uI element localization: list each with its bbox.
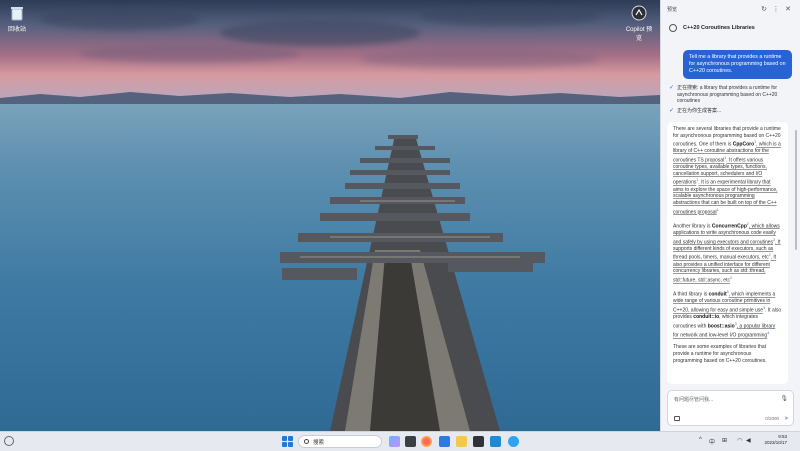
status-searching: 正在搜索: a library that provides a runtime …	[677, 85, 778, 104]
search-status: ✓ 正在搜索: a library that provides a runtime…	[661, 79, 800, 114]
desktop-icon-label: Copilot 预览	[625, 27, 653, 42]
desktop-icon-copilot[interactable]: Copilot 预览	[624, 4, 654, 42]
file-explorer-icon[interactable]	[456, 436, 467, 447]
taskbar: 搜索 ^ 中 ⊞ ◠ ◀ 9:53 2023/10/17	[0, 431, 800, 451]
volume-icon[interactable]: ◀	[746, 437, 751, 444]
more-options-icon[interactable]: ⋮	[770, 5, 782, 13]
taskbar-search[interactable]: 搜索	[298, 435, 382, 448]
terminal-icon[interactable]	[473, 436, 484, 447]
answer-term: conduit	[708, 291, 727, 298]
search-icon	[304, 439, 309, 444]
answer-text: A third library is	[673, 291, 709, 298]
desktop-icon-label: 回收站	[7, 27, 26, 33]
answer-term: conduit::io	[693, 314, 720, 321]
microphone-icon[interactable]: 🎙	[780, 395, 788, 402]
answer-text: Another library is	[673, 223, 712, 230]
answer-paragraph: A third library is conduit3, which imple…	[673, 290, 782, 339]
answer-paragraph: There are several libraries that provide…	[673, 126, 781, 216]
widgets-icon[interactable]	[4, 436, 14, 446]
edge-icon[interactable]	[508, 436, 519, 447]
checkmark-icon: ✓	[669, 107, 675, 114]
taskbar-search-label: 搜索	[313, 439, 325, 446]
chat-input-placeholder: 有问题尽管问我...	[674, 397, 714, 403]
desktop: 回收站 Copilot 预览	[0, 0, 660, 431]
system-clock[interactable]: 9:53 2023/10/17	[757, 434, 787, 446]
character-count: 0/2000	[765, 416, 779, 421]
panel-header: 预览 ↻ ⋮ ✕	[661, 0, 800, 18]
user-message: Tell me a library that provides a runtim…	[683, 50, 792, 79]
wallpaper-pier	[280, 135, 545, 431]
answer-paragraph: Another library is ConcurrenCpp2, which …	[673, 221, 781, 284]
desktop-icon-recycle-bin[interactable]: 回收站	[2, 4, 32, 33]
status-generating: 正在为你生成答案...	[677, 107, 722, 114]
browser-icon[interactable]	[421, 436, 432, 447]
start-button[interactable]	[282, 436, 293, 447]
copilot-taskbar-icon[interactable]	[389, 436, 400, 447]
answer-paragraph: These are some examples of libraries tha…	[673, 344, 767, 364]
task-view-icon[interactable]	[405, 436, 416, 447]
network-icon[interactable]: ◠	[737, 437, 742, 444]
image-upload-icon[interactable]	[674, 416, 680, 421]
clock-date: 2023/10/17	[764, 440, 787, 445]
refresh-icon[interactable]: ↻	[758, 5, 770, 13]
app-icon[interactable]	[439, 436, 450, 447]
conversation-title-bar[interactable]: C++20 Coroutines Libraries	[661, 18, 800, 38]
recycle-bin-icon	[8, 4, 26, 22]
vscode-icon[interactable]	[490, 436, 501, 447]
chat-input-box[interactable]: 有问题尽管问我... 🎙 0/2000 ➤	[667, 390, 794, 426]
history-icon[interactable]	[669, 24, 677, 32]
answer-term: boost::asio	[707, 323, 735, 330]
answer-term: ConcurrenCpp	[711, 223, 747, 230]
copilot-icon	[630, 4, 648, 22]
send-icon[interactable]: ➤	[784, 415, 789, 422]
panel-title: 预览	[667, 6, 678, 13]
translate-icon[interactable]: 中	[709, 437, 715, 446]
answer-scrollbar[interactable]	[795, 130, 797, 250]
answer-term: CppCoro	[732, 141, 755, 148]
assistant-answer: There are several libraries that provide…	[667, 122, 788, 384]
conversation-title: C++20 Coroutines Libraries	[683, 25, 755, 31]
chevron-up-icon[interactable]: ^	[699, 437, 702, 443]
close-icon[interactable]: ✕	[782, 5, 794, 13]
grid-icon[interactable]: ⊞	[722, 437, 727, 444]
checkmark-icon: ✓	[669, 85, 675, 91]
